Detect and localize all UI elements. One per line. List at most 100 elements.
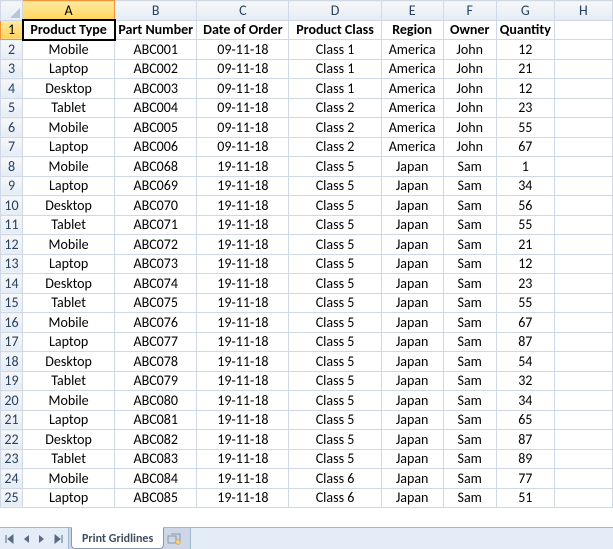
cell-H9[interactable] <box>554 176 612 196</box>
cell-B16[interactable]: ABC076 <box>115 313 197 333</box>
row-header-11[interactable]: 11 <box>1 215 23 235</box>
cell-D4[interactable]: Class 1 <box>289 79 381 99</box>
cell-A7[interactable]: Laptop <box>23 137 115 157</box>
cell-E10[interactable]: Japan <box>381 196 443 216</box>
cell-A15[interactable]: Tablet <box>23 293 115 313</box>
row-header-7[interactable]: 7 <box>1 137 23 157</box>
cell-A10[interactable]: Desktop <box>23 196 115 216</box>
cell-H25[interactable] <box>554 488 612 508</box>
cell-C10[interactable]: 19-11-18 <box>197 196 289 216</box>
cell-H12[interactable] <box>554 235 612 255</box>
cell-F11[interactable]: Sam <box>443 215 496 235</box>
cell-F1[interactable]: Owner <box>443 20 496 40</box>
cell-A18[interactable]: Desktop <box>23 352 115 372</box>
cell-A19[interactable]: Tablet <box>23 371 115 391</box>
cell-D3[interactable]: Class 1 <box>289 59 381 79</box>
cell-H6[interactable] <box>554 118 612 138</box>
cell-E15[interactable]: Japan <box>381 293 443 313</box>
cell-E2[interactable]: America <box>381 40 443 60</box>
cell-D18[interactable]: Class 5 <box>289 352 381 372</box>
cell-A22[interactable]: Desktop <box>23 430 115 450</box>
row-header-3[interactable]: 3 <box>1 59 23 79</box>
cell-H24[interactable] <box>554 469 612 489</box>
cell-B1[interactable]: Part Number <box>115 20 197 40</box>
cell-F4[interactable]: John <box>443 79 496 99</box>
row-header-12[interactable]: 12 <box>1 235 23 255</box>
cell-B10[interactable]: ABC070 <box>115 196 197 216</box>
tab-nav-last[interactable] <box>51 532 65 546</box>
cell-B12[interactable]: ABC072 <box>115 235 197 255</box>
cell-A6[interactable]: Mobile <box>23 118 115 138</box>
row-header-13[interactable]: 13 <box>1 254 23 274</box>
cell-G10[interactable]: 56 <box>496 196 554 216</box>
cell-E11[interactable]: Japan <box>381 215 443 235</box>
cell-H20[interactable] <box>554 391 612 411</box>
cell-A1[interactable]: Product Type <box>23 20 115 40</box>
cell-A4[interactable]: Desktop <box>23 79 115 99</box>
cell-F19[interactable]: Sam <box>443 371 496 391</box>
cell-G5[interactable]: 23 <box>496 98 554 118</box>
cell-G16[interactable]: 67 <box>496 313 554 333</box>
tab-nav-first[interactable] <box>3 532 17 546</box>
cell-F25[interactable]: Sam <box>443 488 496 508</box>
cell-A20[interactable]: Mobile <box>23 391 115 411</box>
cell-C21[interactable]: 19-11-18 <box>197 410 289 430</box>
column-header-A[interactable]: A <box>23 1 115 21</box>
cell-G17[interactable]: 87 <box>496 332 554 352</box>
cell-G21[interactable]: 65 <box>496 410 554 430</box>
cell-B3[interactable]: ABC002 <box>115 59 197 79</box>
cell-F22[interactable]: Sam <box>443 430 496 450</box>
cell-C17[interactable]: 19-11-18 <box>197 332 289 352</box>
cell-G20[interactable]: 34 <box>496 391 554 411</box>
row-header-4[interactable]: 4 <box>1 79 23 99</box>
cell-D5[interactable]: Class 2 <box>289 98 381 118</box>
cell-E22[interactable]: Japan <box>381 430 443 450</box>
cell-A25[interactable]: Laptop <box>23 488 115 508</box>
cell-B17[interactable]: ABC077 <box>115 332 197 352</box>
cell-D23[interactable]: Class 5 <box>289 449 381 469</box>
cell-G25[interactable]: 51 <box>496 488 554 508</box>
cell-C8[interactable]: 19-11-18 <box>197 157 289 177</box>
cell-C11[interactable]: 19-11-18 <box>197 215 289 235</box>
cell-D8[interactable]: Class 5 <box>289 157 381 177</box>
cell-D16[interactable]: Class 5 <box>289 313 381 333</box>
cell-C22[interactable]: 19-11-18 <box>197 430 289 450</box>
cell-D11[interactable]: Class 5 <box>289 215 381 235</box>
cell-C1[interactable]: Date of Order <box>197 20 289 40</box>
cell-F12[interactable]: Sam <box>443 235 496 255</box>
cell-H1[interactable] <box>554 20 612 40</box>
cell-E13[interactable]: Japan <box>381 254 443 274</box>
row-header-20[interactable]: 20 <box>1 391 23 411</box>
cell-D12[interactable]: Class 5 <box>289 235 381 255</box>
cell-E4[interactable]: America <box>381 79 443 99</box>
cell-G24[interactable]: 77 <box>496 469 554 489</box>
cell-C9[interactable]: 19-11-18 <box>197 176 289 196</box>
cell-C14[interactable]: 19-11-18 <box>197 274 289 294</box>
cell-B7[interactable]: ABC006 <box>115 137 197 157</box>
cell-B25[interactable]: ABC085 <box>115 488 197 508</box>
cell-F3[interactable]: John <box>443 59 496 79</box>
cell-F8[interactable]: Sam <box>443 157 496 177</box>
row-header-16[interactable]: 16 <box>1 313 23 333</box>
tab-nav-next[interactable] <box>35 532 49 546</box>
cell-B24[interactable]: ABC084 <box>115 469 197 489</box>
cell-F9[interactable]: Sam <box>443 176 496 196</box>
cell-A2[interactable]: Mobile <box>23 40 115 60</box>
cell-H23[interactable] <box>554 449 612 469</box>
cell-G18[interactable]: 54 <box>496 352 554 372</box>
cell-H11[interactable] <box>554 215 612 235</box>
cell-C25[interactable]: 19-11-18 <box>197 488 289 508</box>
cell-B4[interactable]: ABC003 <box>115 79 197 99</box>
cell-D20[interactable]: Class 5 <box>289 391 381 411</box>
column-header-G[interactable]: G <box>496 1 554 21</box>
row-header-17[interactable]: 17 <box>1 332 23 352</box>
cell-C23[interactable]: 19-11-18 <box>197 449 289 469</box>
cell-G6[interactable]: 55 <box>496 118 554 138</box>
cell-C18[interactable]: 19-11-18 <box>197 352 289 372</box>
cell-A21[interactable]: Laptop <box>23 410 115 430</box>
cell-D2[interactable]: Class 1 <box>289 40 381 60</box>
cell-B15[interactable]: ABC075 <box>115 293 197 313</box>
cell-D14[interactable]: Class 5 <box>289 274 381 294</box>
new-sheet-tab[interactable] <box>164 528 184 549</box>
cell-D19[interactable]: Class 5 <box>289 371 381 391</box>
